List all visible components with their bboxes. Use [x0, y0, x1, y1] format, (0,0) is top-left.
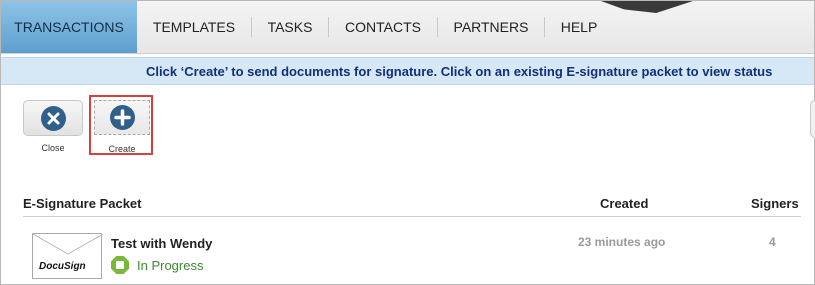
docusign-logo: DocuSign	[39, 261, 86, 272]
created-cell: 23 minutes ago	[578, 235, 666, 249]
packet-title[interactable]: Test with Wendy	[111, 236, 212, 251]
column-header-packet[interactable]: E-Signature Packet	[23, 196, 142, 211]
tab-templates[interactable]: TEMPLATES	[137, 1, 251, 53]
signers-cell: 4	[769, 235, 776, 249]
create-label: Create	[108, 144, 136, 154]
column-header-signers[interactable]: Signers	[751, 196, 799, 211]
close-label: Close	[41, 143, 65, 153]
close-button[interactable]: Close	[23, 100, 83, 156]
top-nav: TRANSACTIONS TEMPLATES TASKS CONTACTS PA…	[1, 1, 814, 54]
banner-text: Click ‘Create’ to send documents for sig…	[146, 64, 773, 79]
tab-help[interactable]: HELP	[545, 1, 613, 53]
close-button-box[interactable]	[23, 100, 83, 136]
info-banner: Click ‘Create’ to send documents for sig…	[1, 57, 814, 85]
tab-contacts[interactable]: CONTACTS	[329, 1, 437, 53]
tab-partners[interactable]: PARTNERS	[438, 1, 544, 53]
close-icon	[41, 106, 66, 131]
create-button-box[interactable]	[94, 100, 150, 135]
envelope-thumbnail[interactable]: DocuSign	[32, 233, 103, 279]
envelope-icon	[33, 234, 103, 255]
create-button[interactable]: Create	[94, 100, 150, 154]
nav-decoration	[601, 1, 693, 13]
toolbar-overflow-button[interactable]	[810, 100, 815, 138]
plus-icon	[110, 105, 135, 130]
tab-tasks[interactable]: TASKS	[252, 1, 328, 53]
status-label: In Progress	[137, 258, 204, 273]
column-header-created[interactable]: Created	[600, 196, 648, 211]
header-divider	[23, 216, 801, 217]
tab-transactions[interactable]: TRANSACTIONS	[1, 1, 137, 53]
in-progress-icon	[111, 256, 129, 274]
